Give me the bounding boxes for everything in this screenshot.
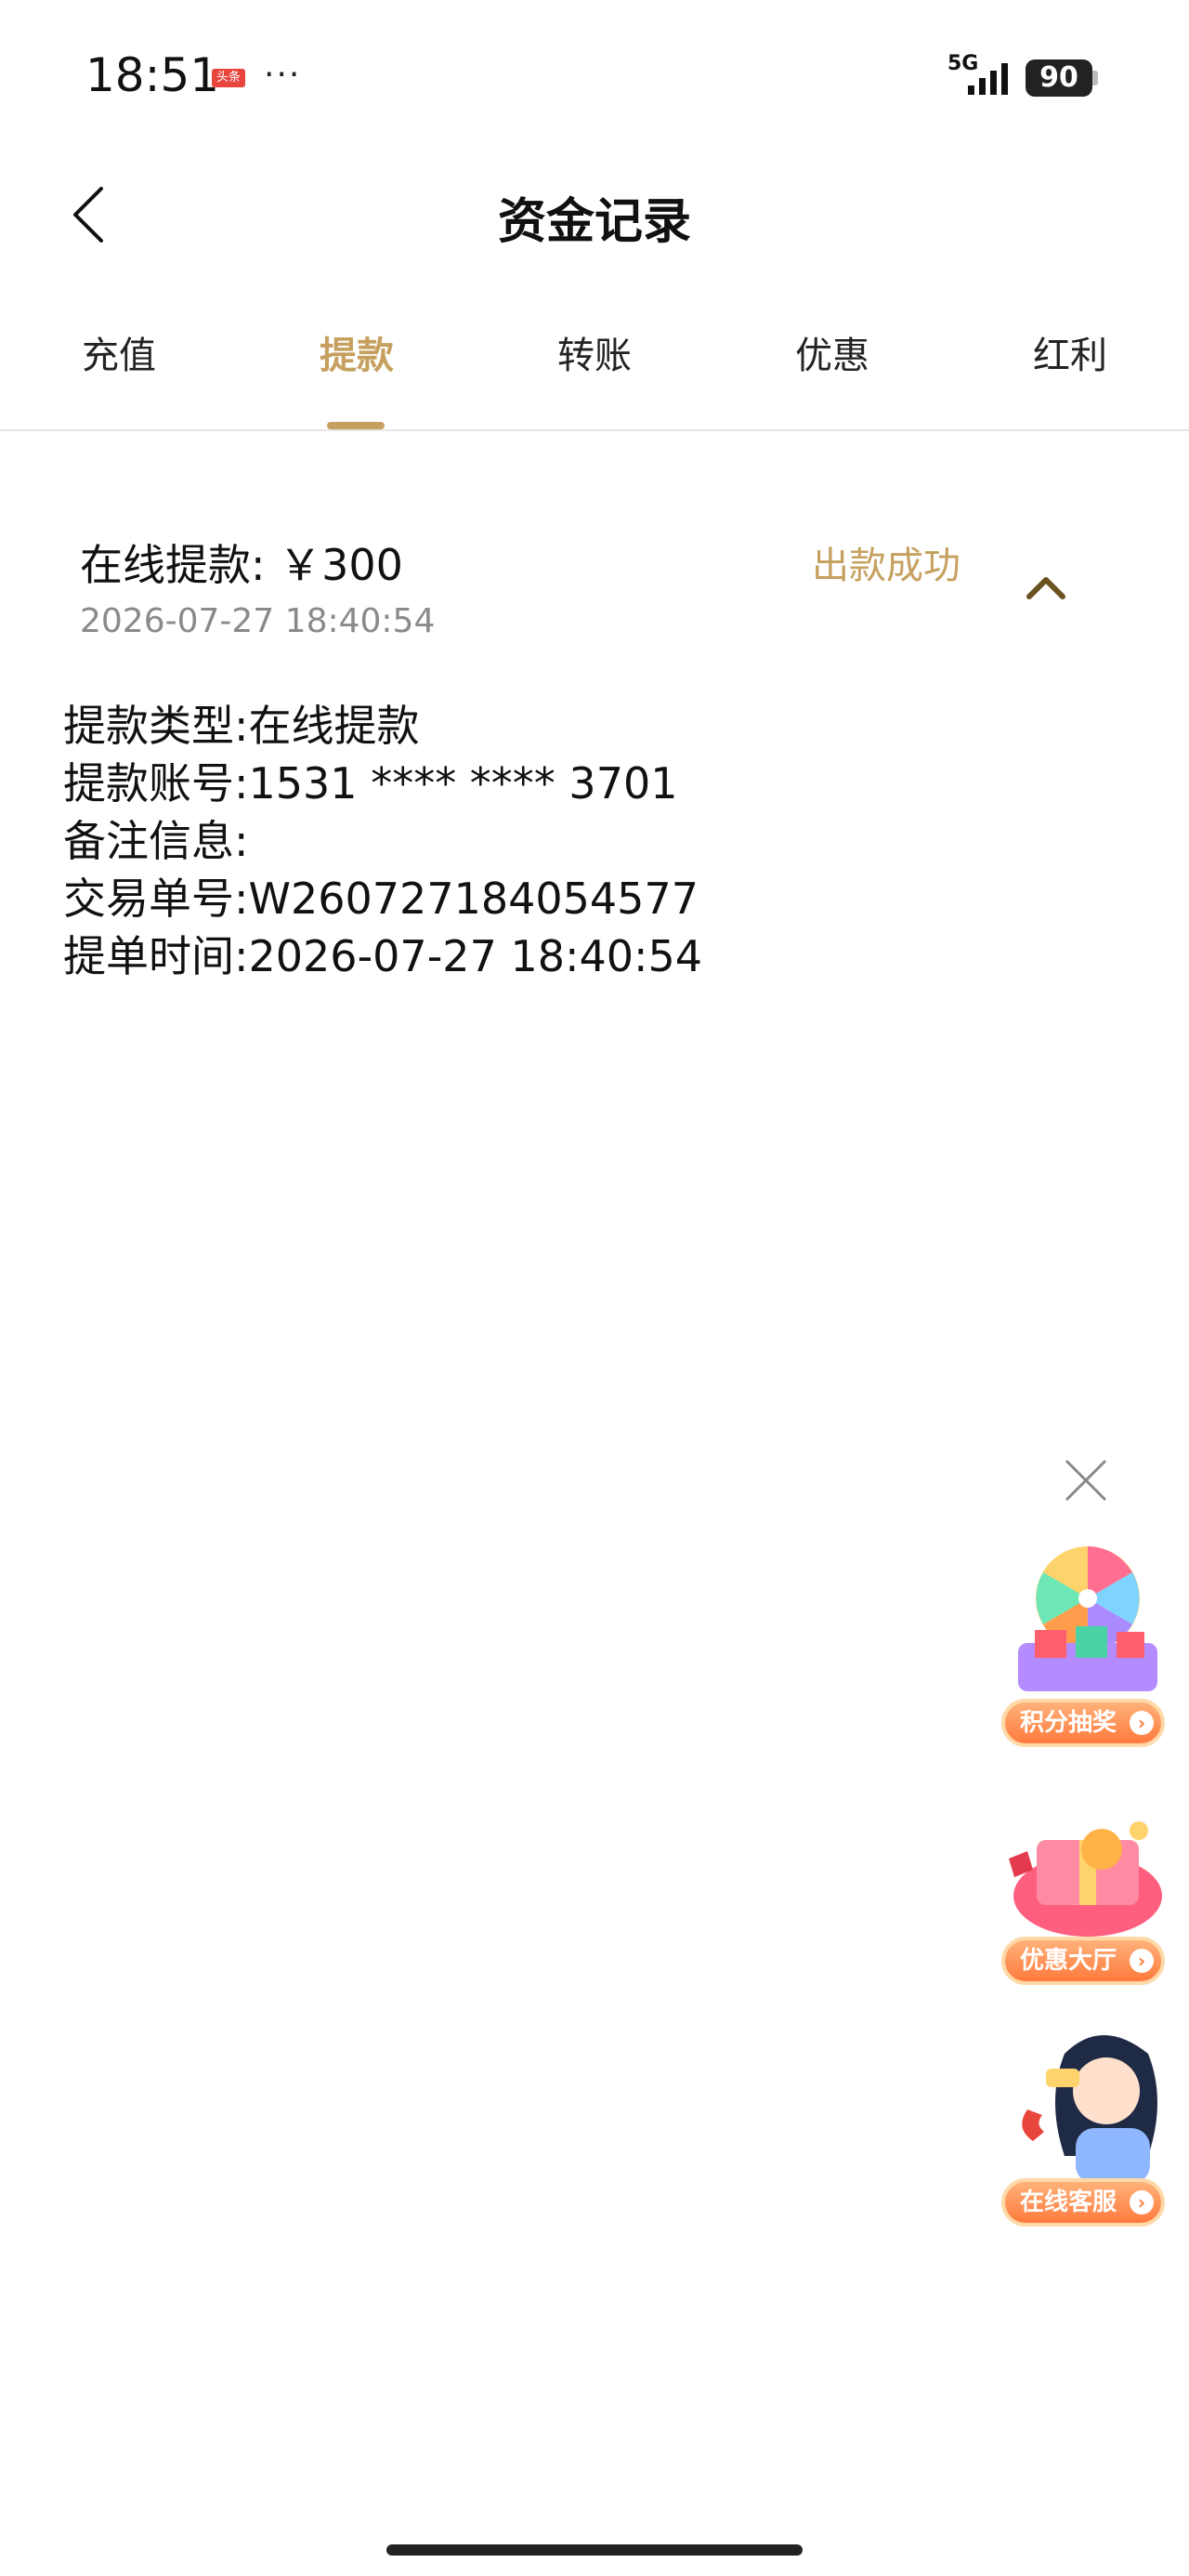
promo-label: 在线客服 (1020, 2188, 1117, 2216)
points-lottery-widget[interactable]: 积分抽奖 › (990, 1533, 1185, 1756)
record-title: 在线提款: ￥300 (80, 540, 403, 590)
battery-tip (1092, 71, 1098, 85)
detail-row-remark: 备注信息: (63, 812, 702, 870)
record-details: 提款类型:在线提款 提款账号:1531 **** **** 3701 备注信息:… (63, 697, 702, 985)
detail-row-type: 提款类型:在线提款 (63, 697, 702, 755)
detail-label: 提款账号: (63, 758, 249, 808)
tab-withdraw[interactable]: 提款 (292, 325, 422, 379)
chevron-up-icon[interactable] (1022, 569, 1070, 606)
promotion-hall-button[interactable]: 优惠大厅 › (1001, 1937, 1165, 1985)
record-time: 2026-07-27 18:40:54 (80, 602, 436, 640)
close-icon[interactable] (1063, 1457, 1109, 1504)
tab-transfer[interactable]: 转账 (529, 325, 660, 379)
chevron-right-icon: › (1130, 1949, 1154, 1973)
detail-label: 备注信息: (63, 816, 249, 866)
record-status: 出款成功 (812, 545, 960, 587)
signal-icon (968, 63, 1008, 95)
tab-deposit[interactable]: 充值 (54, 325, 184, 379)
page-title: 资金记录 (497, 194, 691, 250)
detail-value: 2026-07-27 18:40:54 (248, 931, 703, 981)
chevron-right-icon: › (1130, 2190, 1154, 2215)
detail-value: 在线提款 (248, 701, 420, 751)
detail-row-account: 提款账号:1531 **** **** 3701 (63, 755, 702, 812)
detail-row-submit-time: 提单时间:2026-07-27 18:40:54 (63, 927, 702, 985)
home-indicator[interactable] (386, 2544, 803, 2556)
app-header: 资金记录 (0, 149, 1189, 279)
prize-wheel-icon (1018, 1546, 1157, 1691)
detail-row-order-no: 交易单号:W260727184054577 (63, 870, 702, 927)
detail-label: 交易单号: (63, 874, 249, 924)
tab-bar: 充值 提款 转账 优惠 红利 (0, 307, 1189, 431)
customer-service-widget[interactable]: 在线客服 › (990, 2017, 1185, 2230)
customer-service-button[interactable]: 在线客服 › (1001, 2178, 1165, 2227)
chevron-right-icon: › (1130, 1711, 1154, 1735)
battery-icon: 90 (1026, 59, 1092, 97)
detail-label: 提款类型: (63, 701, 249, 751)
gift-box-icon (1009, 1821, 1162, 1937)
promo-label: 优惠大厅 (1020, 1947, 1117, 1975)
tab-bonus[interactable]: 红利 (1005, 325, 1135, 379)
detail-label: 提单时间: (63, 931, 249, 981)
active-tab-indicator (327, 422, 385, 429)
points-lottery-button[interactable]: 积分抽奖 › (1001, 1699, 1165, 1747)
promo-label: 积分抽奖 (1020, 1709, 1117, 1737)
detail-value: W260727184054577 (248, 874, 699, 924)
detail-value: 1531 **** **** 3701 (248, 758, 678, 808)
status-news-badge: 头条 (212, 69, 245, 87)
customer-service-icon (1022, 2035, 1157, 2184)
promotion-hall-widget[interactable]: 优惠大厅 › (990, 1784, 1185, 1989)
status-more-dots: ··· (264, 56, 302, 94)
status-time: 18:51 (85, 48, 220, 102)
tab-promotion[interactable]: 优惠 (767, 325, 897, 379)
status-bar: 18:51 头条 ··· 5G 90 (0, 0, 1189, 149)
